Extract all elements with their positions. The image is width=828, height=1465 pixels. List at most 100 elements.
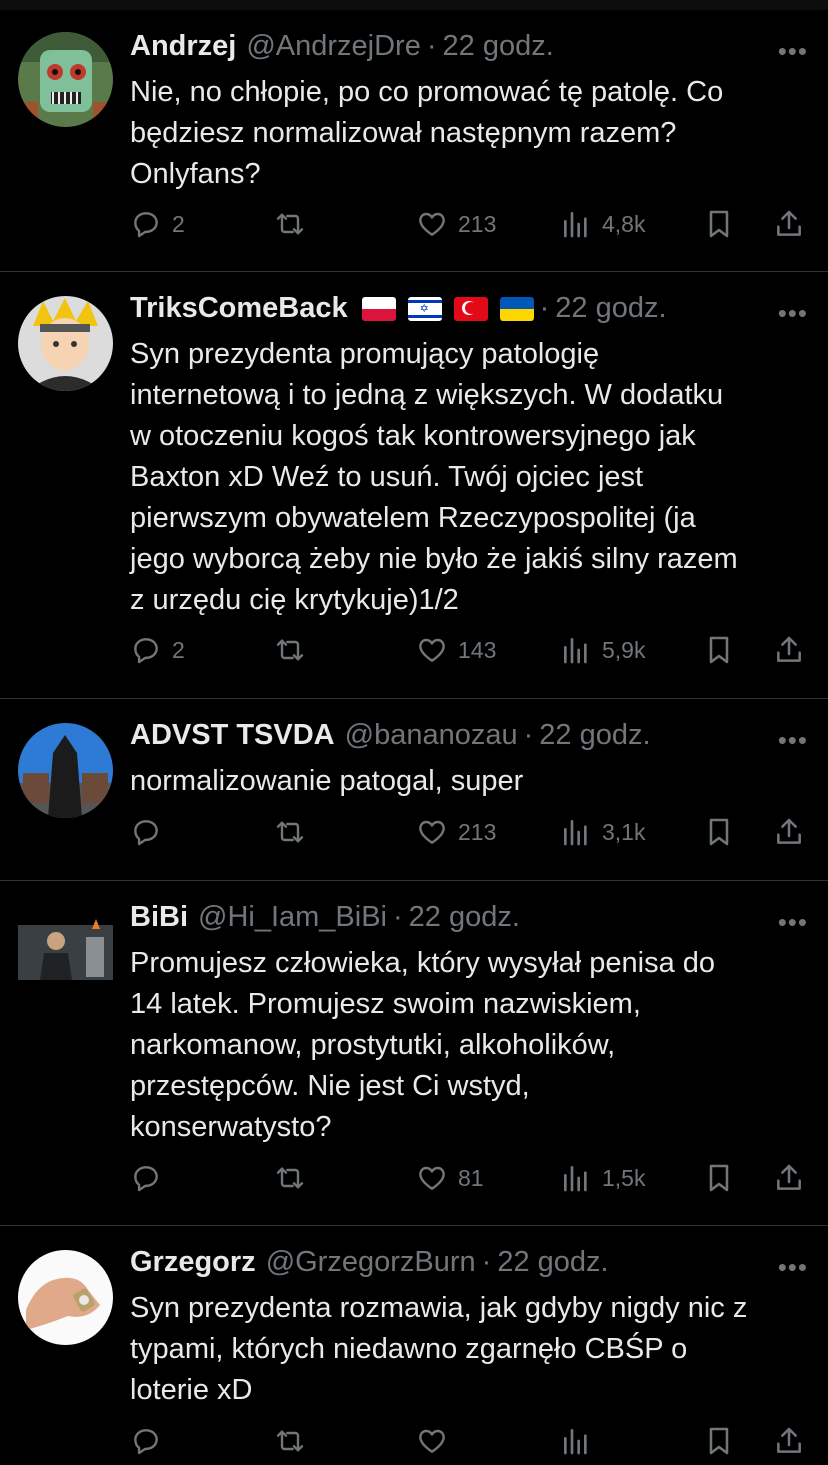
author-name[interactable]: Andrzej bbox=[130, 30, 236, 63]
author-handle[interactable]: @bananozau bbox=[345, 719, 518, 752]
reply-button[interactable]: 2 bbox=[130, 634, 185, 666]
separator-dot: · bbox=[539, 292, 550, 324]
heart-icon bbox=[416, 816, 448, 848]
like-button[interactable]: 143 bbox=[416, 634, 496, 666]
dark-figure-avatar[interactable] bbox=[18, 723, 113, 818]
separator-dot: · bbox=[393, 901, 403, 933]
heart-icon bbox=[416, 208, 448, 240]
retweet-icon bbox=[274, 1425, 306, 1457]
share-button[interactable] bbox=[773, 1162, 805, 1194]
author-handle[interactable]: @Hi_Iam_BiBi bbox=[198, 901, 387, 934]
share-icon bbox=[773, 816, 805, 848]
retweet-icon bbox=[274, 208, 306, 240]
view-count: 5,9k bbox=[602, 636, 646, 663]
tweet-header: TriksComeBack ✡ · 22 godz. bbox=[130, 292, 808, 332]
bookmark-button[interactable] bbox=[703, 1162, 735, 1194]
view-count: 4,8k bbox=[602, 210, 646, 237]
bookmark-button[interactable] bbox=[703, 1425, 735, 1457]
timestamp[interactable]: 22 godz. bbox=[497, 1246, 608, 1279]
share-button[interactable] bbox=[773, 208, 805, 240]
bookmark-button[interactable] bbox=[703, 634, 735, 666]
share-button[interactable] bbox=[773, 1425, 805, 1457]
tweet[interactable]: Andrzej @AndrzejDre · 22 godz. ••• Nie, … bbox=[0, 10, 828, 272]
view-count: 1,5k bbox=[602, 1164, 646, 1191]
like-button[interactable]: 81 bbox=[416, 1162, 484, 1194]
author-name[interactable]: Grzegorz bbox=[130, 1246, 256, 1279]
separator-dot: · bbox=[426, 30, 437, 62]
author-name[interactable]: TriksComeBack bbox=[130, 292, 348, 325]
more-options-icon[interactable]: ••• bbox=[778, 727, 808, 753]
share-icon bbox=[773, 634, 805, 666]
bookmark-icon bbox=[703, 816, 735, 848]
reply-button[interactable]: 2 bbox=[130, 208, 185, 240]
more-options-icon[interactable]: ••• bbox=[778, 1254, 808, 1280]
bar-chart-icon bbox=[560, 1162, 592, 1194]
timestamp[interactable]: 22 godz. bbox=[443, 30, 554, 63]
reply-button[interactable] bbox=[130, 1162, 162, 1194]
reply-icon bbox=[130, 816, 162, 848]
tweet[interactable]: ADVST TSVDA @bananozau · 22 godz. ••• no… bbox=[0, 699, 828, 881]
views-button[interactable]: 3,1k bbox=[560, 816, 645, 848]
bar-chart-icon bbox=[560, 634, 592, 666]
timestamp[interactable]: 22 godz. bbox=[539, 719, 650, 752]
retweet-icon bbox=[274, 1162, 306, 1194]
top-bar bbox=[0, 0, 828, 10]
bar-chart-icon bbox=[560, 816, 592, 848]
heart-icon bbox=[416, 634, 448, 666]
heart-icon bbox=[416, 1162, 448, 1194]
tweet[interactable]: Grzegorz @GrzegorzBurn · 22 godz. ••• Sy… bbox=[0, 1226, 828, 1439]
replies-feed: Andrzej @AndrzejDre · 22 godz. ••• Nie, … bbox=[0, 10, 828, 1439]
views-button[interactable]: 5,9k bbox=[560, 634, 645, 666]
author-handle[interactable]: @AndrzejDre bbox=[246, 30, 421, 63]
tweet-actions: 213 3,1k bbox=[130, 816, 808, 856]
bookmark-button[interactable] bbox=[703, 816, 735, 848]
author-handle[interactable]: @GrzegorzBurn bbox=[266, 1246, 476, 1279]
bookmark-icon bbox=[703, 208, 735, 240]
anime-character-avatar[interactable] bbox=[18, 296, 113, 391]
tweet-actions bbox=[130, 1425, 808, 1465]
retweet-button[interactable] bbox=[274, 634, 306, 666]
share-button[interactable] bbox=[773, 816, 805, 848]
reply-icon bbox=[130, 208, 162, 240]
author-name[interactable]: BiBi bbox=[130, 901, 188, 934]
retweet-button[interactable] bbox=[274, 1425, 306, 1457]
timestamp[interactable]: 22 godz. bbox=[555, 292, 666, 325]
author-name[interactable]: ADVST TSVDA bbox=[130, 719, 335, 752]
bookmark-button[interactable] bbox=[703, 208, 735, 240]
tweet[interactable]: BiBi @Hi_Iam_BiBi · 22 godz. ••• Promuje… bbox=[0, 881, 828, 1226]
retweet-icon bbox=[274, 816, 306, 848]
separator-dot: · bbox=[523, 719, 534, 751]
more-options-icon[interactable]: ••• bbox=[778, 909, 808, 935]
share-button[interactable] bbox=[773, 634, 805, 666]
bookmark-icon bbox=[703, 1425, 735, 1457]
like-button[interactable] bbox=[416, 1425, 448, 1457]
tweet-text: Syn prezydenta promujący patologię inter… bbox=[130, 338, 738, 616]
tweet[interactable]: TriksComeBack ✡ · 22 godz. ••• Syn prezy… bbox=[0, 272, 828, 699]
views-button[interactable]: 4,8k bbox=[560, 208, 645, 240]
views-button[interactable] bbox=[560, 1425, 592, 1457]
retweet-button[interactable] bbox=[274, 1162, 306, 1194]
tweet-header: BiBi @Hi_Iam_BiBi · 22 godz. bbox=[130, 901, 808, 941]
tweet-actions: 2 213 4,8k bbox=[130, 208, 808, 248]
more-options-icon[interactable]: ••• bbox=[778, 38, 808, 64]
like-count: 143 bbox=[458, 636, 497, 663]
retweet-button[interactable] bbox=[274, 816, 306, 848]
share-icon bbox=[773, 208, 805, 240]
retweet-icon bbox=[274, 634, 306, 666]
green-robot-mask-avatar[interactable] bbox=[18, 32, 113, 127]
reply-button[interactable] bbox=[130, 816, 162, 848]
timestamp[interactable]: 22 godz. bbox=[409, 901, 520, 934]
reply-button[interactable] bbox=[130, 1425, 162, 1457]
tweet-text: Nie, no chłopie, po co promować tę patol… bbox=[130, 76, 724, 190]
like-button[interactable]: 213 bbox=[416, 816, 496, 848]
retweet-button[interactable] bbox=[274, 208, 306, 240]
like-count: 81 bbox=[458, 1164, 484, 1191]
tweet-actions: 81 1,5k bbox=[130, 1162, 808, 1202]
more-options-icon[interactable]: ••• bbox=[778, 300, 808, 326]
like-button[interactable]: 213 bbox=[416, 208, 496, 240]
tweet-header: Grzegorz @GrzegorzBurn · 22 godz. bbox=[130, 1246, 808, 1286]
man-in-suit-avatar[interactable] bbox=[18, 905, 113, 1000]
views-button[interactable]: 1,5k bbox=[560, 1162, 645, 1194]
israel-flag-icon: ✡ bbox=[407, 297, 442, 321]
flexed-arm-watch-avatar[interactable] bbox=[18, 1250, 113, 1345]
